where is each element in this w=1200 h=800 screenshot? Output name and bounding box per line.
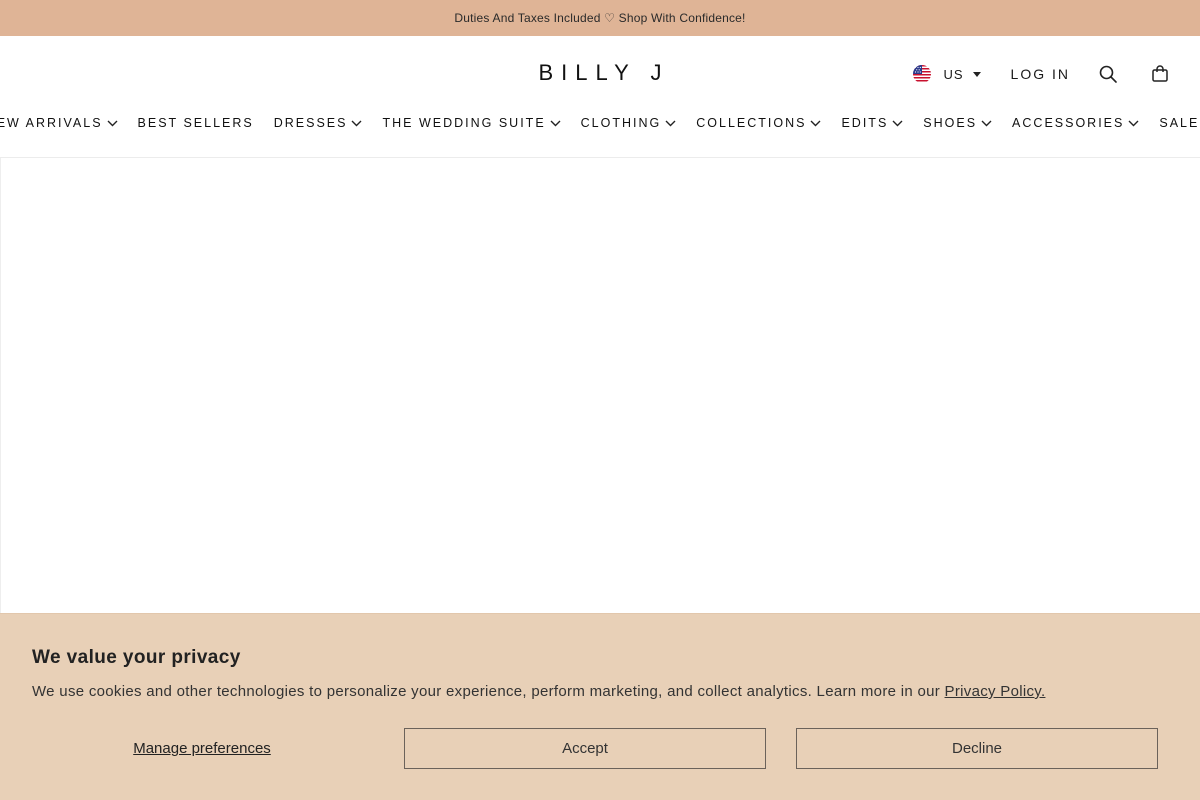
cookie-description: We use cookies and other technologies to… <box>32 683 1045 700</box>
locale-selector[interactable]: US <box>913 65 981 83</box>
chevron-down-icon <box>665 120 676 127</box>
nav-item-label: CLOTHING <box>580 116 662 130</box>
nav-item-label: ACCESSORIES <box>1012 116 1125 130</box>
nav-item-label: THE WEDDING SUITE <box>382 116 546 130</box>
manage-preferences-link[interactable]: Manage preferences <box>32 728 372 769</box>
nav-item-label: SHOES <box>923 116 978 130</box>
login-link[interactable]: LOG IN <box>1011 66 1070 82</box>
cookie-banner: We value your privacy We use cookies and… <box>0 613 1200 800</box>
cookie-text: We use cookies and other technologies to… <box>32 683 945 700</box>
main-nav: NEW ARRIVALS BEST SELLERS DRESSES THE WEDDI… <box>0 116 1200 130</box>
nav-item-label: EDITS <box>841 116 889 130</box>
chevron-down-icon <box>810 120 821 127</box>
nav-item-label: NEW ARRIVALS <box>0 116 103 130</box>
nav-item-label: COLLECTIONS <box>696 116 807 130</box>
nav-item-accessories[interactable]: ACCESSORIES <box>1012 116 1139 130</box>
header-actions: US LOG IN <box>913 62 1172 86</box>
nav-item-collections[interactable]: COLLECTIONS <box>696 116 821 130</box>
privacy-policy-link[interactable]: Privacy Policy. <box>945 683 1046 700</box>
nav-item-sale[interactable]: SALE <box>1159 116 1200 130</box>
decline-button[interactable]: Decline <box>796 728 1158 769</box>
nav-item-best-sellers[interactable]: BEST SELLERS <box>138 116 254 130</box>
hero-area <box>0 158 1200 614</box>
nav-item-shoes[interactable]: SHOES <box>923 116 992 130</box>
chevron-down-icon <box>550 120 561 127</box>
chevron-down-icon <box>107 120 118 127</box>
chevron-down-icon <box>892 120 903 127</box>
caret-down-icon <box>972 71 981 77</box>
nav-item-label: DRESSES <box>273 116 348 130</box>
accept-button[interactable]: Accept <box>404 728 766 769</box>
nav-item-label: BEST SELLERS <box>137 116 254 130</box>
chevron-down-icon <box>351 120 362 127</box>
nav-item-clothing[interactable]: CLOTHING <box>581 116 677 130</box>
announcement-bar: Duties And Taxes Included ♡ Shop With Co… <box>0 0 1200 36</box>
nav-item-dresses[interactable]: DRESSES <box>274 116 363 130</box>
nav-item-label: SALE <box>1159 116 1200 130</box>
chevron-down-icon <box>1128 120 1139 127</box>
cart-bag-icon[interactable] <box>1148 62 1172 86</box>
locale-label: US <box>943 66 964 82</box>
us-flag-icon <box>913 65 932 83</box>
announcement-text: Duties And Taxes Included ♡ Shop With Co… <box>454 11 746 25</box>
nav-item-edits[interactable]: EDITS <box>841 116 903 130</box>
chevron-down-icon <box>981 120 992 127</box>
site-header: BILLY J US LOG IN EW ARRIVALS BEST SELLE… <box>0 36 1200 158</box>
nav-item-the-wedding-suite[interactable]: THE WEDDING SUITE <box>382 116 561 130</box>
nav-item-new-arrivals[interactable]: NEW ARRIVALS <box>0 116 118 130</box>
search-icon[interactable] <box>1096 62 1120 86</box>
cookie-title: We value your privacy <box>32 647 241 668</box>
